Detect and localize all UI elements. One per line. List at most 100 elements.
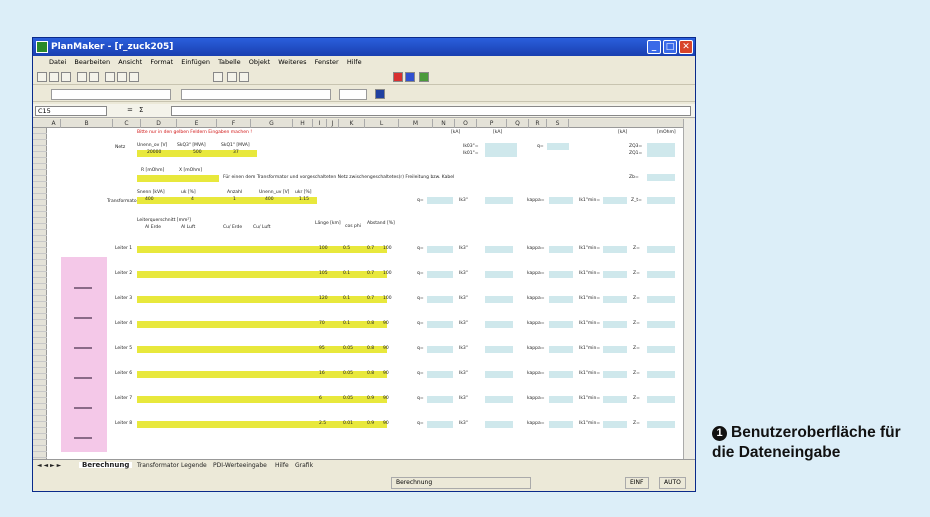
leiter-c2-value[interactable]: 0.8 <box>367 371 374 377</box>
green-tool-icon[interactable] <box>419 72 429 82</box>
open-folder-icon[interactable] <box>49 72 59 82</box>
column-header-j[interactable]: J <box>327 119 339 128</box>
tab-hilfe[interactable]: Hilfe <box>275 463 289 469</box>
leiter-c3-value[interactable]: 90 <box>383 321 389 327</box>
leiter-c3-value[interactable]: 90 <box>383 371 389 377</box>
unenn-uv-value[interactable]: 400 <box>265 197 274 203</box>
column-header-b[interactable]: B <box>61 119 113 128</box>
leiter-length-value[interactable]: 16 <box>319 371 325 377</box>
column-header-h[interactable]: H <box>293 119 313 128</box>
leiter-c3-value[interactable]: 100 <box>383 271 392 277</box>
tab-nav-icons[interactable]: ◄ ◄ ► ► <box>37 463 61 469</box>
red-tool-icon[interactable] <box>393 72 403 82</box>
equals-icon[interactable]: = <box>127 107 133 114</box>
find-icon[interactable] <box>213 72 223 82</box>
save-icon[interactable] <box>61 72 71 82</box>
leiter-length-value[interactable]: 120 <box>319 296 328 302</box>
paste-icon[interactable] <box>129 72 139 82</box>
menu-weiteres[interactable]: Weiteres <box>278 58 306 66</box>
menu-bearbeiten[interactable]: Bearbeiten <box>74 58 110 66</box>
rx-input-bar[interactable] <box>137 175 219 182</box>
ukr-value[interactable]: 1.15 <box>299 197 309 203</box>
style-combo[interactable] <box>51 89 171 100</box>
chart-icon[interactable] <box>239 72 249 82</box>
column-header-p[interactable]: P <box>477 119 507 128</box>
leiter-c3-value[interactable]: 90 <box>383 346 389 352</box>
column-header-d[interactable]: D <box>141 119 177 128</box>
spreadsheet-grid[interactable]: ABCDEFGHIJKLMNOPQRS Bitte nur in den gel… <box>33 119 695 459</box>
column-header-a[interactable]: A <box>47 119 61 128</box>
column-header-s[interactable]: S <box>547 119 569 128</box>
leiter-length-value[interactable]: 2.5 <box>319 421 326 427</box>
leiter-c1-value[interactable]: 0.1 <box>343 296 350 302</box>
menu-format[interactable]: Format <box>150 58 173 66</box>
leiter-c3-value[interactable]: 100 <box>383 296 392 302</box>
column-header-m[interactable]: M <box>399 119 433 128</box>
minimize-button[interactable]: _ <box>647 40 661 54</box>
menu-fenster[interactable]: Fenster <box>315 58 339 66</box>
column-header-r[interactable]: R <box>529 119 547 128</box>
anzahl-value[interactable]: 1 <box>233 197 236 203</box>
trafo-input-bar[interactable] <box>137 197 317 204</box>
leiter-c1-value[interactable]: 0.01 <box>343 421 353 427</box>
leiter-c3-value[interactable]: 90 <box>383 421 389 427</box>
leiter-c3-value[interactable]: 90 <box>383 396 389 402</box>
leiter-c1-value[interactable]: 0.05 <box>343 396 353 402</box>
leiter-length-value[interactable]: 105 <box>319 271 328 277</box>
leiter-length-value[interactable]: 95 <box>319 346 325 352</box>
menu-einfuegen[interactable]: Einfügen <box>181 58 210 66</box>
leiter-c2-value[interactable]: 0.7 <box>367 246 374 252</box>
tab-transformator[interactable]: Transformator <box>137 463 179 469</box>
unenn-ov-value[interactable]: 20000 <box>147 150 161 156</box>
row-header[interactable] <box>33 452 47 458</box>
menu-datei[interactable]: Datei <box>49 58 66 66</box>
tab-legende[interactable]: Legende <box>181 463 207 469</box>
close-button[interactable]: ✕ <box>679 40 693 54</box>
menu-hilfe[interactable]: Hilfe <box>347 58 362 66</box>
table-icon[interactable] <box>227 72 237 82</box>
sk03-value[interactable]: 500 <box>193 150 202 156</box>
column-header-f[interactable]: F <box>217 119 251 128</box>
uk-value[interactable]: 4 <box>191 197 194 203</box>
leiter-c2-value[interactable]: 0.7 <box>367 296 374 302</box>
cut-icon[interactable] <box>105 72 115 82</box>
column-header-g[interactable]: G <box>251 119 293 128</box>
menu-objekt[interactable]: Objekt <box>249 58 270 66</box>
sigma-icon[interactable]: Σ <box>139 107 143 114</box>
maximize-button[interactable]: □ <box>663 40 677 54</box>
leiter-c1-value[interactable]: 0.1 <box>343 321 350 327</box>
leiter-c1-value[interactable]: 0.05 <box>343 346 353 352</box>
leiter-length-value[interactable]: 100 <box>319 246 328 252</box>
print-icon[interactable] <box>77 72 87 82</box>
leiter-c1-value[interactable]: 0.5 <box>343 246 350 252</box>
cell-reference-input[interactable]: C15 <box>35 106 107 116</box>
tab-berechnung[interactable]: Berechnung <box>79 462 133 469</box>
leiter-c2-value[interactable]: 0.8 <box>367 346 374 352</box>
tab-pdi-werteeingabe[interactable]: PDI-Werteeingabe <box>213 463 267 469</box>
color-icon[interactable] <box>375 89 385 99</box>
tab-grafik[interactable]: Grafik <box>295 463 313 469</box>
leiter-length-value[interactable]: 70 <box>319 321 325 327</box>
leiter-c2-value[interactable]: 0.7 <box>367 271 374 277</box>
print-preview-icon[interactable] <box>89 72 99 82</box>
sk01-value[interactable]: 37 <box>233 150 239 156</box>
font-size-combo[interactable] <box>339 89 367 100</box>
leiter-c2-value[interactable]: 0.9 <box>367 396 374 402</box>
leiter-c3-value[interactable]: 100 <box>383 246 392 252</box>
copy-icon[interactable] <box>117 72 127 82</box>
column-header-l[interactable]: L <box>365 119 399 128</box>
column-header-e[interactable]: E <box>177 119 217 128</box>
cursor-icon[interactable] <box>37 89 47 99</box>
column-header-n[interactable]: N <box>433 119 455 128</box>
leiter-c2-value[interactable]: 0.9 <box>367 421 374 427</box>
menu-ansicht[interactable]: Ansicht <box>118 58 142 66</box>
column-header-i[interactable]: I <box>313 119 327 128</box>
column-header-o[interactable]: O <box>455 119 477 128</box>
formula-input[interactable] <box>171 106 691 116</box>
leiter-c1-value[interactable]: 0.05 <box>343 371 353 377</box>
leiter-c2-value[interactable]: 0.8 <box>367 321 374 327</box>
blue-tool-icon[interactable] <box>405 72 415 82</box>
font-combo[interactable] <box>181 89 331 100</box>
column-header-q[interactable]: Q <box>507 119 529 128</box>
leiter-c1-value[interactable]: 0.1 <box>343 271 350 277</box>
